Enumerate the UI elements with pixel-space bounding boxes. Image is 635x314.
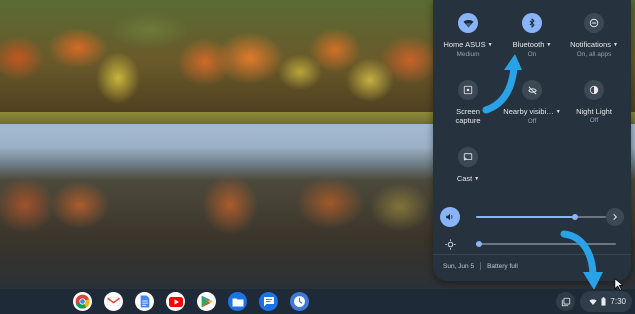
volume-icon[interactable] [440, 207, 460, 227]
clock-time: 7:30 [610, 297, 626, 306]
bluetooth-icon [522, 13, 542, 33]
panel-divider [433, 254, 631, 255]
quick-settings-panel: Home ASUS ▼ Medium Bluetooth ▼ On Notifica… [433, 0, 631, 281]
screen-capture-tile[interactable]: Screen capture [435, 80, 501, 125]
play-store-icon[interactable] [197, 292, 216, 311]
clock-icon[interactable] [290, 292, 309, 311]
wifi-tile[interactable]: Home ASUS ▼ Medium [435, 13, 501, 59]
battery-icon [601, 297, 606, 306]
chevron-down-icon: ▼ [555, 109, 561, 115]
shelf: 7:30 [0, 289, 635, 314]
night-light-tile-status: Off [589, 117, 599, 124]
overview-button[interactable] [556, 292, 575, 311]
status-area-button[interactable]: 7:30 [580, 291, 632, 312]
brightness-slider[interactable] [476, 241, 616, 247]
cast-icon [458, 147, 478, 167]
quick-settings-footer: Sun, Jun 5 Battery full [443, 262, 518, 270]
volume-slider[interactable] [476, 214, 606, 220]
do-not-disturb-icon [584, 13, 604, 33]
date-label[interactable]: Sun, Jun 5 [443, 263, 474, 270]
youtube-icon[interactable] [166, 292, 185, 311]
cast-tile[interactable]: Cast ▼ [435, 147, 501, 184]
footer-separator [480, 262, 482, 270]
nearby-share-tile-status: Off [527, 118, 537, 125]
chevron-down-icon: ▼ [487, 42, 493, 48]
night-light-tile-label: Night Light [576, 107, 612, 116]
volume-slider-row [440, 207, 626, 227]
bluetooth-tile-label: Bluetooth [512, 40, 545, 49]
wifi-tile-status: Medium [456, 51, 480, 58]
screen-capture-tile-label: Screen [456, 107, 480, 116]
chevron-down-icon: ▼ [546, 42, 552, 48]
audio-settings-button[interactable] [606, 208, 624, 226]
brightness-slider-row [440, 234, 626, 254]
notifications-tile-status: On, all apps [576, 51, 612, 58]
notifications-tile[interactable]: Notifications ▼ On, all apps [561, 13, 627, 59]
window-overview-icon [561, 297, 570, 306]
messages-icon[interactable] [259, 292, 278, 311]
screen-capture-icon [458, 80, 478, 100]
nearby-share-tile-label: Nearby visibi… [503, 107, 554, 116]
bluetooth-tile[interactable]: Bluetooth ▼ On [499, 13, 565, 59]
volume-slider-fill [476, 216, 575, 218]
brightness-slider-thumb[interactable] [476, 241, 482, 247]
docs-icon[interactable] [135, 292, 154, 311]
night-light-tile[interactable]: Night Light Off [561, 80, 627, 125]
bluetooth-tile-status: On [527, 51, 537, 58]
nearby-share-tile[interactable]: Nearby visibi… ▼ Off [499, 80, 565, 126]
mouse-cursor-icon [614, 278, 623, 291]
chrome-icon[interactable] [73, 292, 92, 311]
wifi-tile-label: Home ASUS [443, 40, 486, 49]
screen-capture-tile-label-line2: capture [455, 116, 481, 125]
gmail-icon[interactable] [104, 292, 123, 311]
chevron-down-icon: ▼ [474, 176, 480, 182]
notifications-tile-label: Notifications [570, 40, 611, 49]
night-light-icon [584, 80, 604, 100]
battery-status[interactable]: Battery full [487, 263, 518, 270]
brightness-icon [440, 234, 460, 254]
nearby-share-off-icon [522, 80, 542, 100]
cast-tile-label: Cast [456, 174, 473, 183]
volume-slider-thumb[interactable] [572, 214, 578, 220]
files-icon[interactable] [228, 292, 247, 311]
wifi-status-icon [589, 298, 598, 305]
chevron-down-icon: ▼ [612, 42, 618, 48]
wifi-icon [458, 13, 478, 33]
